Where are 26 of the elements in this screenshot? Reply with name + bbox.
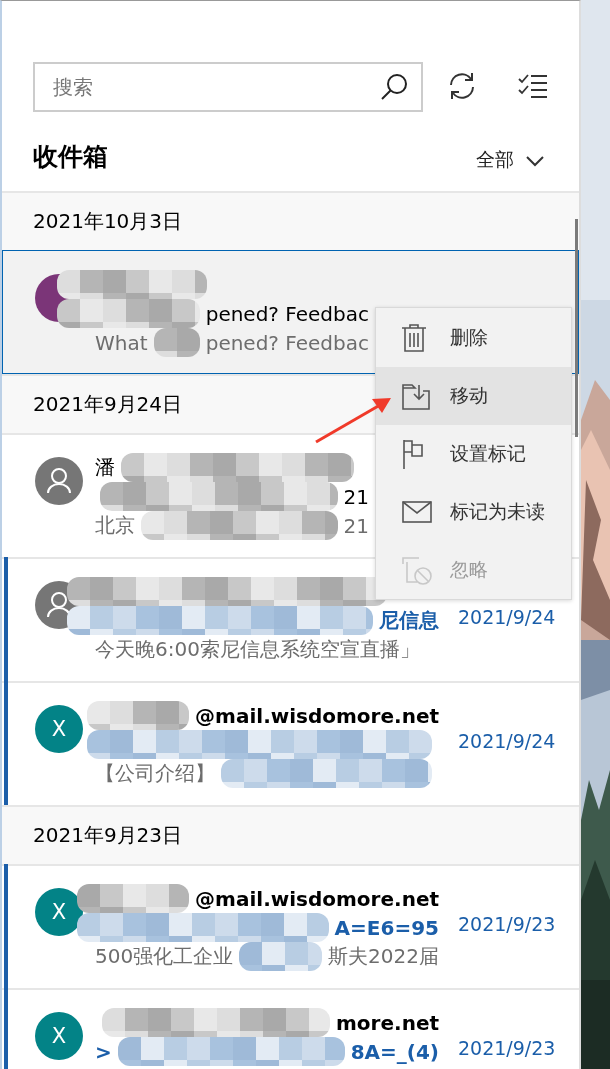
preview-text: 【公司介绍】 <box>95 760 215 787</box>
preview-text: 今天晚6:00索尼信息系统空宣直播」 <box>95 636 420 663</box>
sender-name: @mail.wisdomore.net <box>195 886 439 911</box>
message-date: 2021/9/23 <box>458 1038 556 1058</box>
sender-name: @mail.wisdomore.net <box>195 703 439 728</box>
preview-text: 500强化工企业 <box>95 943 234 970</box>
subject-text: 尼信息 <box>379 607 439 634</box>
date-header: 2021年10月3日 <box>33 208 183 235</box>
message-date: 2021/9/24 <box>458 607 556 627</box>
date-header: 2021年9月24日 <box>33 391 183 418</box>
preview-text: 21 <box>343 513 369 538</box>
preview-text: What <box>95 330 148 355</box>
folder-title: 收件箱 <box>33 141 108 173</box>
preview-text: 斯夫2022届 <box>328 943 439 970</box>
subject-text: 8A=_(4) <box>350 1039 439 1064</box>
message-date: 2021/9/24 <box>458 731 556 751</box>
subject-text: > <box>95 1039 112 1064</box>
subject-text: pened? Feedbac <box>205 301 369 326</box>
message-date: 2021/9/23 <box>458 914 556 934</box>
subject-text: A=E6=95 <box>334 915 439 940</box>
preview-text: pened? Feedbac <box>205 330 369 355</box>
preview-text: 北京 <box>95 512 135 539</box>
sender-name: 潘 <box>95 454 115 481</box>
subject-text: 21 <box>343 484 369 509</box>
date-header: 2021年9月23日 <box>33 822 183 849</box>
sender-name: more.net <box>336 1010 439 1035</box>
